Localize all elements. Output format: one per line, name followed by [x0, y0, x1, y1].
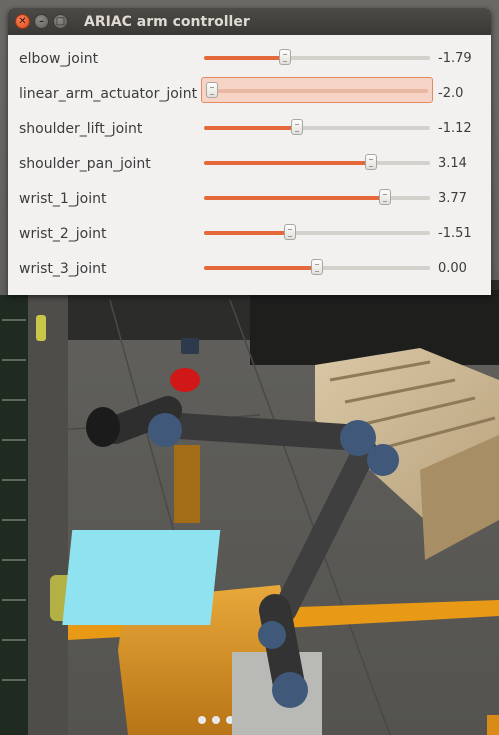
conveyor-rail	[28, 295, 68, 735]
joint-value: -1.12	[438, 121, 472, 136]
window-title: ARIAC arm controller	[84, 13, 250, 30]
joint-row: elbow_joint -1.79	[8, 41, 491, 76]
joint-value: 3.77	[438, 191, 467, 206]
joint-slider[interactable]	[204, 153, 430, 173]
joint-label: shoulder_pan_joint	[19, 155, 151, 172]
slider-thumb[interactable]	[365, 154, 377, 170]
slider-thumb[interactable]	[279, 49, 291, 65]
joint-label: wrist_2_joint	[19, 225, 107, 242]
joint-value: -2.0	[438, 86, 464, 101]
slider-thumb[interactable]	[206, 82, 218, 98]
joint-row: shoulder_pan_joint 3.14	[8, 146, 491, 181]
joint-value: 3.14	[438, 156, 467, 171]
slider-thumb[interactable]	[291, 119, 303, 135]
joint-slider[interactable]	[204, 258, 430, 278]
floor-marker	[487, 715, 499, 735]
slider-fill	[204, 196, 385, 200]
background-bins	[250, 290, 499, 365]
minimize-window-button[interactable]: –	[34, 14, 49, 29]
slider-fill	[204, 56, 285, 60]
joint-slider[interactable]	[201, 77, 433, 103]
small-part	[181, 338, 199, 354]
agv-tray	[62, 530, 221, 625]
joint-slider[interactable]	[204, 118, 430, 138]
slider-fill	[204, 126, 297, 130]
slider-fill	[204, 161, 371, 165]
robot-column	[174, 445, 200, 523]
beacon-light	[170, 368, 200, 392]
slider-track[interactable]	[206, 89, 428, 93]
joint-label: wrist_3_joint	[19, 260, 107, 277]
agv-lights	[198, 716, 234, 724]
robot-upper-link	[152, 412, 373, 451]
joint-row: wrist_1_joint 3.77	[8, 181, 491, 216]
joint-label: shoulder_lift_joint	[19, 120, 143, 137]
joint-row: shoulder_lift_joint -1.12	[8, 111, 491, 146]
joint-value: -1.79	[438, 51, 472, 66]
joint-value: 0.00	[438, 261, 467, 276]
joint-slider[interactable]	[204, 223, 430, 243]
conveyor-bracket	[36, 315, 46, 341]
joint-slider-list: elbow_joint -1.79 linear_arm_actuator_join…	[8, 35, 491, 286]
close-window-button[interactable]: ✕	[15, 14, 30, 29]
joint-row: wrist_2_joint -1.51	[8, 216, 491, 251]
joint-label: wrist_1_joint	[19, 190, 107, 207]
joint-value: -1.51	[438, 226, 472, 241]
joint-row: wrist_3_joint 0.00	[8, 251, 491, 286]
joint-label: linear_arm_actuator_joint	[19, 85, 198, 102]
joint-slider[interactable]	[204, 48, 430, 68]
window-titlebar[interactable]: ✕ – □ ARIAC arm controller	[8, 8, 491, 35]
joint-row: linear_arm_actuator_joint -2.0	[8, 76, 491, 111]
joint-slider[interactable]	[204, 188, 430, 208]
slider-thumb[interactable]	[311, 259, 323, 275]
slider-thumb[interactable]	[284, 224, 296, 240]
slider-thumb[interactable]	[379, 189, 391, 205]
arm-controller-window: ✕ – □ ARIAC arm controller elbow_joint -1…	[8, 8, 491, 295]
slider-fill	[204, 231, 290, 235]
maximize-window-button[interactable]: □	[53, 14, 68, 29]
robot-gripper	[86, 407, 120, 447]
joint-label: elbow_joint	[19, 50, 99, 67]
slider-fill	[204, 266, 317, 270]
